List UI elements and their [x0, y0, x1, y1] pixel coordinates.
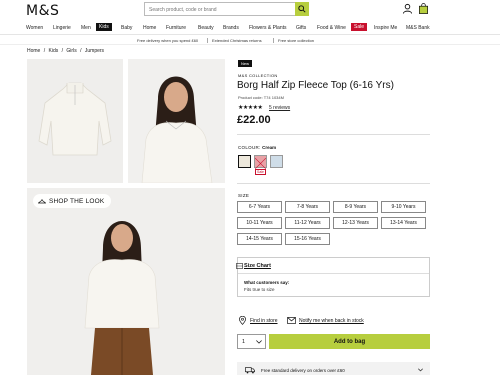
search-bar[interactable]	[144, 2, 309, 16]
swatch-cream[interactable]	[238, 155, 251, 168]
nav-item-inspire-me[interactable]: Inspire Me	[374, 25, 397, 31]
breadcrumb-separator: /	[61, 48, 64, 54]
fit-summary: Fits true to size	[244, 287, 275, 292]
size-9-10[interactable]: 9-10 Years	[381, 201, 426, 213]
nav-item-sale[interactable]: Sale	[351, 23, 368, 31]
product-image-full-look[interactable]	[27, 188, 225, 375]
size-7-8[interactable]: 7-8 Years	[285, 201, 330, 213]
unavailable-cross-icon	[254, 157, 267, 170]
divider	[238, 273, 429, 274]
nav-item-flowers[interactable]: Flowers & Plants	[249, 25, 287, 31]
nav-item-lingerie[interactable]: Lingerie	[53, 25, 71, 31]
rating-stars: ★★★★★	[238, 105, 263, 111]
size-13-14[interactable]: 13-14 Years	[381, 217, 426, 229]
chevron-down-icon[interactable]	[418, 368, 423, 372]
size-15-16[interactable]: 15-16 Years	[285, 233, 330, 245]
nav-item-furniture[interactable]: Furniture	[166, 25, 186, 31]
breadcrumb-girls[interactable]: Girls	[66, 48, 76, 54]
nav-item-men[interactable]: Men	[81, 25, 91, 31]
quantity-value: 1	[242, 339, 246, 345]
divider	[237, 183, 430, 184]
breadcrumb-home[interactable]: Home	[27, 48, 40, 54]
nav-item-baby[interactable]: Baby	[121, 25, 132, 31]
delivery-banner: Free standard delivery on orders over £6…	[237, 362, 430, 375]
colour-label-text: COLOUR:	[238, 145, 261, 150]
nav-item-ms-bank[interactable]: M&S Bank	[406, 25, 430, 31]
size-chart-panel: Size Chart What customers say: Fits true…	[236, 257, 430, 297]
shop-the-look-button[interactable]: SHOP THE LOOK	[33, 194, 112, 208]
ms-logo[interactable]: M&S	[26, 3, 59, 19]
nav-item-gifts[interactable]: Gifts	[296, 25, 306, 31]
breadcrumb-jumpers[interactable]: Jumpers	[85, 48, 104, 54]
nav-item-women[interactable]: Women	[26, 25, 43, 31]
chevron-down-icon	[256, 340, 262, 344]
fleece-top-illustration	[38, 82, 112, 156]
size-6-7[interactable]: 6-7 Years	[237, 201, 282, 213]
envelope-icon	[287, 317, 296, 324]
product-image-model[interactable]	[128, 59, 225, 183]
size-14-15[interactable]: 14-15 Years	[237, 233, 282, 245]
search-input[interactable]	[149, 4, 289, 15]
breadcrumb-kids[interactable]: Kids	[49, 48, 59, 54]
new-badge: New	[238, 60, 253, 67]
find-in-store-link[interactable]: Find in store	[250, 318, 278, 324]
promo-store-collection[interactable]: Free store collection	[278, 38, 314, 43]
promo-strip: Free delivery when you spend £60 Extende…	[0, 36, 500, 45]
nav-item-brands[interactable]: Brands	[223, 25, 239, 31]
notify-back-in-stock-link[interactable]: Notify me when back in stock	[299, 318, 364, 324]
add-to-bag-button[interactable]: Add to bag	[269, 334, 430, 349]
size-11-12[interactable]: 11-12 Years	[285, 217, 330, 229]
account-icon[interactable]	[402, 3, 413, 14]
size-8-9[interactable]: 8-9 Years	[333, 201, 378, 213]
promo-divider	[273, 38, 274, 43]
delivery-truck-icon	[245, 367, 255, 374]
collection-label: M&S COLLECTION	[238, 73, 278, 78]
nav-item-beauty[interactable]: Beauty	[198, 25, 214, 31]
main-nav: Women Lingerie Men Kids Baby Home Furnit…	[0, 22, 500, 35]
colour-value: Cream	[262, 145, 277, 150]
delivery-text: Free standard delivery on orders over £6…	[261, 368, 345, 373]
divider	[237, 134, 430, 135]
size-10-11[interactable]: 10-11 Years	[237, 217, 282, 229]
reviews-link[interactable]: 5 reviews	[269, 105, 290, 111]
colour-label: COLOUR: Cream	[238, 145, 276, 150]
product-code: Product code: T74 1034M	[238, 95, 284, 100]
nav-item-food-wine[interactable]: Food & Wine	[317, 25, 346, 31]
promo-free-delivery[interactable]: Free delivery when you spend £60	[137, 38, 198, 43]
bag-icon[interactable]	[418, 3, 429, 14]
search-button[interactable]	[295, 2, 309, 16]
what-customers-say-heading: What customers say:	[244, 280, 290, 285]
search-icon	[298, 5, 306, 13]
swatch-pink[interactable]	[254, 155, 267, 170]
size-chart-link[interactable]: Size Chart	[244, 263, 271, 269]
breadcrumb-separator: /	[80, 48, 82, 54]
model-full-illustration	[84, 221, 160, 375]
swatch-sale-tag: Sale	[255, 169, 267, 175]
location-pin-icon	[239, 316, 246, 325]
breadcrumb: Home / Kids / Girls / Jumpers	[27, 48, 106, 54]
swatch-blue[interactable]	[270, 155, 283, 168]
promo-divider	[207, 38, 208, 43]
model-illustration	[141, 76, 213, 183]
nav-item-home[interactable]: Home	[143, 25, 156, 31]
hanger-icon	[38, 199, 46, 204]
size-label: SIZE	[238, 193, 250, 198]
size-12-13[interactable]: 12-13 Years	[333, 217, 378, 229]
product-title: Borg Half Zip Fleece Top (6-16 Yrs)	[237, 80, 394, 91]
header: M&S	[0, 0, 500, 22]
ruler-icon	[236, 263, 243, 269]
product-price: £22.00	[237, 114, 271, 126]
promo-returns[interactable]: Extended Christmas returns	[212, 38, 262, 43]
shop-the-look-label: SHOP THE LOOK	[49, 197, 105, 205]
nav-item-kids[interactable]: Kids	[96, 23, 112, 31]
quantity-select[interactable]: 1	[237, 334, 266, 349]
product-image-flatlay[interactable]	[27, 59, 123, 183]
breadcrumb-separator: /	[43, 48, 46, 54]
